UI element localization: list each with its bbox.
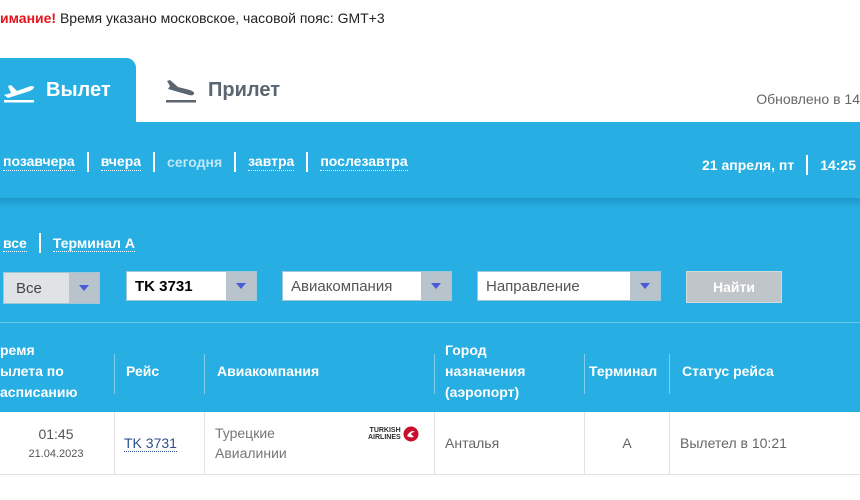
airline-logo-icon [403, 426, 419, 442]
tab-departure-label: Вылет [46, 78, 111, 101]
table-header: ремя ылета по асписанию Рейс Авиакомпани… [0, 340, 860, 412]
day-tomorrow[interactable]: завтра [248, 153, 295, 171]
column-airline: Авиакомпания [217, 362, 320, 379]
column-destination: Город назначения (аэропорт) [445, 340, 525, 402]
column-separator [434, 354, 435, 394]
column-flight: Рейс [126, 362, 160, 379]
terminal-all[interactable]: все [3, 235, 27, 252]
row-destination: Анталья [445, 435, 500, 451]
separator [153, 152, 156, 172]
separator [234, 152, 237, 172]
direction-select-value: Направление [486, 277, 580, 295]
column-separator [584, 354, 585, 394]
separator [806, 155, 809, 175]
notice-warning: имание! [0, 10, 57, 26]
column-separator [204, 354, 205, 394]
column-time-line: асписанию [0, 383, 78, 400]
chevron-down-icon[interactable] [421, 272, 451, 300]
day-before-yesterday[interactable]: позавчера [3, 153, 75, 171]
day-today: сегодня [167, 153, 223, 170]
column-separator [114, 354, 115, 394]
filters: Все TK 3731 Авиакомпания Направление Най… [0, 271, 860, 304]
column-time-line: ремя [0, 341, 35, 358]
updated-time: Обновлено в 14 [756, 91, 860, 107]
chevron-down-icon[interactable] [630, 272, 660, 300]
airline-select-value: Авиакомпания [291, 277, 393, 295]
flights-panel: позавчера вчера сегодня завтра послезавт… [0, 122, 860, 412]
divider [0, 322, 860, 323]
airline-select[interactable]: Авиакомпания [282, 271, 452, 301]
chevron-down-icon[interactable] [69, 273, 99, 303]
row-airline-cell: Турецкие Авиалинии [215, 412, 287, 474]
airline-name-line: Турецкие [215, 425, 275, 441]
timezone-notice: имание! Время указано московское, часово… [0, 10, 385, 26]
column-destination-line: назначения [445, 362, 526, 379]
date-label: 21 апреля, пт [701, 157, 795, 173]
flight-select[interactable]: TK 3731 [126, 271, 257, 301]
column-terminal: Терминал [589, 362, 658, 379]
row-date: 21.04.2023 [28, 448, 84, 460]
row-terminal: A [622, 435, 632, 451]
tab-arrival[interactable]: Прилет [164, 58, 280, 122]
column-time-line: ылета по [0, 362, 64, 379]
day-after-tomorrow[interactable]: послезавтра [320, 153, 408, 171]
column-destination-line: Город [445, 341, 487, 358]
cell-separator [434, 412, 435, 474]
current-date: 21 апреля, пт 14:25 [702, 155, 856, 175]
airline-name-line: Авиалинии [215, 445, 287, 461]
cell-separator [669, 412, 670, 474]
chevron-down-icon[interactable] [226, 272, 256, 300]
separator [38, 233, 41, 253]
column-status: Статус рейса [682, 362, 774, 379]
column-separator [669, 354, 670, 394]
day-selector: позавчера вчера сегодня завтра послезавт… [3, 152, 408, 172]
flight-link[interactable]: TK 3731 [124, 435, 177, 452]
row-time-cell: 01:45 21.04.2023 [0, 412, 112, 474]
cell-separator [114, 412, 115, 474]
tabs-bar: Вылет Прилет [0, 58, 860, 122]
tab-departure[interactable]: Вылет [0, 58, 136, 122]
table-row[interactable]: 01:45 21.04.2023 TK 3731 Турецкие Авиали… [0, 412, 860, 475]
flight-select-value: TK 3731 [135, 277, 193, 295]
terminal-selector: все Терминал А [3, 233, 135, 253]
row-time: 01:45 [38, 426, 74, 442]
cell-separator [204, 412, 205, 474]
row-flight-cell: TK 3731 [124, 412, 177, 474]
logo-text: TURKISH AIRLINES [368, 427, 401, 441]
turkish-airlines-logo: TURKISH AIRLINES [368, 426, 419, 442]
column-destination-line: (аэропорт) [445, 383, 520, 400]
column-time: ремя ылета по асписанию [0, 340, 112, 402]
separator [306, 152, 309, 172]
panel-shadow [0, 198, 860, 208]
notice-text: Время указано московское, часовой пояс: … [56, 10, 385, 26]
find-button[interactable]: Найти [686, 271, 782, 303]
day-yesterday[interactable]: вчера [100, 153, 142, 171]
time-label: 14:25 [820, 157, 856, 173]
terminal-select-value: Все [16, 279, 42, 297]
separator [86, 152, 89, 172]
tab-arrival-label: Прилет [208, 78, 280, 101]
logo-text-line: AIRLINES [368, 434, 401, 441]
row-status: Вылетел в 10:21 [680, 435, 787, 451]
terminal-a[interactable]: Терминал А [52, 235, 135, 252]
direction-select[interactable]: Направление [477, 271, 661, 301]
terminal-select[interactable]: Все [3, 272, 100, 304]
plane-landing-icon [166, 80, 196, 103]
logo-text-line: TURKISH [369, 427, 401, 434]
plane-takeoff-icon [4, 85, 34, 103]
